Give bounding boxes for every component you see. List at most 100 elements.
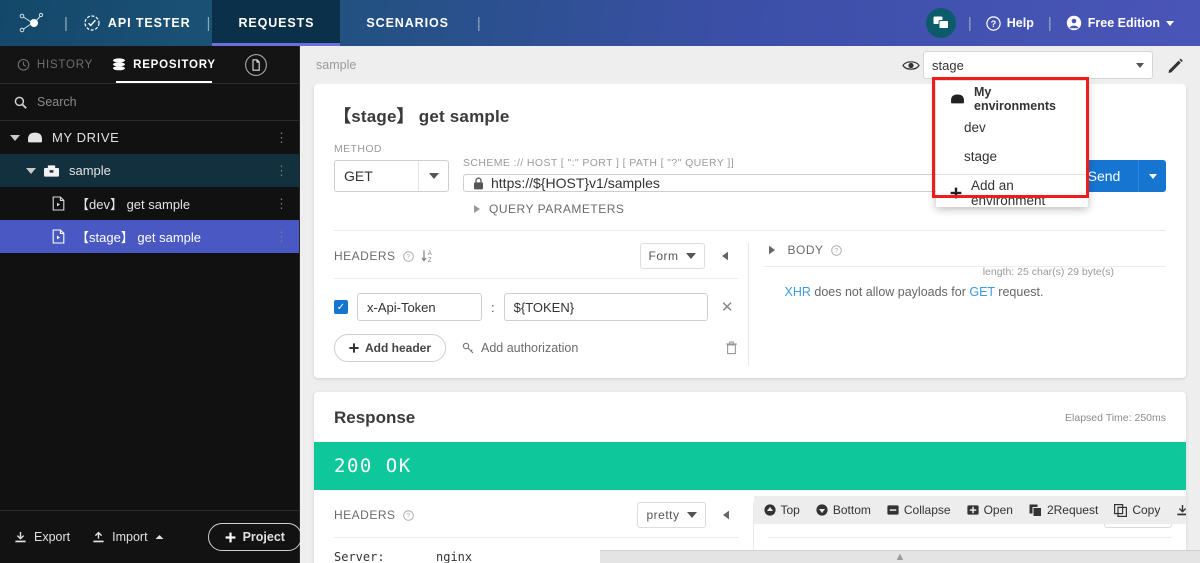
- environment-menu-item-dev[interactable]: dev: [936, 113, 1088, 142]
- json-bottom-label: Bottom: [832, 503, 871, 517]
- question-circle-icon: ?: [986, 15, 1001, 31]
- method-label: METHOD: [334, 143, 382, 155]
- method-value: GET: [344, 168, 373, 184]
- sort-az-icon[interactable]: A Z: [421, 249, 434, 263]
- json-copy-button[interactable]: Copy: [1114, 503, 1160, 517]
- plus-icon: [225, 532, 236, 543]
- sidebar-tab-repository[interactable]: REPOSITORY: [110, 46, 218, 83]
- response-header-key: Server:: [334, 550, 385, 563]
- chevron-down-icon[interactable]: [26, 167, 36, 174]
- tree-item-my-drive-menu[interactable]: ⋮: [275, 131, 289, 144]
- search-input[interactable]: Search: [0, 84, 299, 121]
- send-button-caret[interactable]: [1138, 160, 1166, 192]
- help-button[interactable]: ? Help: [974, 15, 1046, 31]
- environment-menu-divider: [936, 174, 1088, 175]
- response-headers-label: HEADERS: [334, 508, 396, 522]
- question-circle-icon[interactable]: ?: [830, 244, 842, 256]
- tab-requests[interactable]: REQUESTS: [212, 0, 341, 46]
- download-icon: [1176, 504, 1186, 517]
- environment-menu-item-stage[interactable]: stage: [936, 142, 1088, 171]
- environment-select[interactable]: stage: [923, 51, 1153, 79]
- svg-text:?: ?: [406, 254, 410, 261]
- json-top-button[interactable]: Top: [763, 503, 800, 517]
- svg-text:?: ?: [991, 19, 997, 29]
- question-circle-icon[interactable]: ?: [402, 509, 414, 521]
- environment-dropdown-menu: My environments dev stage Add an environ…: [936, 81, 1088, 208]
- document-tab-sample[interactable]: sample: [316, 58, 356, 72]
- response-headers-prev-button[interactable]: [713, 510, 739, 520]
- add-header-label: Add header: [365, 341, 432, 355]
- tree-item-sample-folder-label: sample: [69, 163, 111, 178]
- response-headers-format-select[interactable]: pretty: [637, 502, 706, 528]
- xhr-link[interactable]: XHR: [785, 285, 811, 299]
- request-body-pane: BODY ? XHR does not allow payloads for G…: [749, 231, 1166, 378]
- tab-scenarios[interactable]: SCENARIOS: [340, 0, 474, 46]
- sidebar-tab-history[interactable]: HISTORY: [0, 46, 110, 83]
- close-icon[interactable]: ✕: [717, 298, 738, 316]
- tree-item-stage-get-sample-menu[interactable]: ⋮: [275, 230, 289, 243]
- add-header-button[interactable]: Add header: [334, 334, 447, 362]
- chevron-down-icon: [1166, 20, 1174, 26]
- add-authorization-button[interactable]: Add authorization: [462, 341, 578, 355]
- add-environment-button[interactable]: Add an environment: [936, 178, 1088, 208]
- environment-preview-button[interactable]: [899, 59, 923, 72]
- chat-button[interactable]: [925, 8, 956, 38]
- add-authorization-label: Add authorization: [481, 341, 579, 355]
- chevron-down-icon: [685, 253, 696, 259]
- check-circle-icon: [84, 15, 100, 31]
- request-headers-format-select[interactable]: Form: [639, 243, 705, 269]
- json-bottom-button[interactable]: Bottom: [816, 503, 871, 517]
- response-header-value: nginx: [436, 550, 473, 563]
- tree-item-sample-folder[interactable]: sample ⋮: [0, 154, 299, 187]
- plus-icon: [349, 343, 359, 353]
- brand-label-group[interactable]: API TESTER: [70, 0, 205, 46]
- json-top-label: Top: [780, 503, 800, 517]
- body-next-button[interactable]: [763, 245, 781, 255]
- account-menu-button[interactable]: Free Edition: [1054, 15, 1186, 31]
- add-project-button[interactable]: Project: [207, 523, 302, 551]
- method-select-caret[interactable]: [418, 161, 448, 191]
- url-input[interactable]: https://${HOST}v1/samples: [463, 174, 986, 192]
- get-link[interactable]: GET: [969, 285, 994, 299]
- horizontal-scrollbar[interactable]: ▲: [600, 550, 1200, 563]
- json-to-request-button[interactable]: 2Request: [1029, 503, 1098, 517]
- tree-item-dev-get-sample-menu[interactable]: ⋮: [275, 197, 289, 210]
- tree-item-stage-get-sample[interactable]: 【stage】 get sample ⋮: [0, 220, 299, 253]
- sidebar-documents-button[interactable]: [244, 46, 268, 83]
- trash-icon[interactable]: [725, 341, 738, 355]
- response-status-banner: 200 OK: [314, 442, 1186, 490]
- tree-item-dev-get-sample[interactable]: 【dev】 get sample ⋮: [0, 187, 299, 220]
- header-value-input[interactable]: ${TOKEN}: [503, 293, 708, 321]
- json-download-button[interactable]: Download: [1176, 503, 1186, 517]
- import-button[interactable]: Import: [92, 530, 164, 544]
- chevron-down-icon: [1136, 62, 1144, 68]
- question-circle-icon[interactable]: ?: [402, 250, 414, 262]
- response-title: Response: [334, 408, 416, 427]
- headers-pane-nav: [712, 251, 738, 261]
- tree-item-my-drive-label: MY DRIVE: [52, 130, 120, 145]
- tree-item-dev-get-sample-label: 【dev】 get sample: [76, 197, 191, 212]
- app-logo[interactable]: [0, 0, 62, 46]
- tree-item-my-drive[interactable]: MY DRIVE ⋮: [0, 121, 299, 154]
- header-key-input[interactable]: x-Api-Token: [357, 293, 482, 321]
- json-open-button[interactable]: Open: [966, 503, 1013, 517]
- header-enabled-checkbox[interactable]: ✓: [334, 300, 348, 314]
- chevron-up-icon: [155, 534, 164, 540]
- chevron-up-icon[interactable]: ▲: [895, 551, 906, 563]
- method-select[interactable]: GET: [334, 160, 449, 192]
- request-headers-pane: HEADERS ? A Z Form ✓ x-Api-Token: ${TOK…: [334, 231, 748, 378]
- upload-icon: [92, 531, 105, 544]
- headers-prev-button[interactable]: [712, 251, 738, 261]
- json-collapse-button[interactable]: Collapse: [887, 503, 951, 517]
- tree-item-sample-folder-menu[interactable]: ⋮: [275, 164, 289, 177]
- chevron-down-icon[interactable]: [10, 134, 20, 141]
- top-navigation-bar: | API TESTER | REQUESTS SCENARIOS | | ? …: [0, 0, 1200, 46]
- copy-to-request-icon: [1029, 504, 1042, 517]
- response-headers-header: HEADERS ? pretty: [334, 502, 739, 538]
- folder-open-icon: [43, 164, 60, 178]
- edit-environment-button[interactable]: [1167, 57, 1184, 74]
- environment-area: stage: [899, 51, 1184, 79]
- export-button[interactable]: Export: [14, 530, 70, 544]
- chevron-down-icon: [1148, 173, 1157, 179]
- arrow-up-circle-icon: [763, 504, 776, 516]
